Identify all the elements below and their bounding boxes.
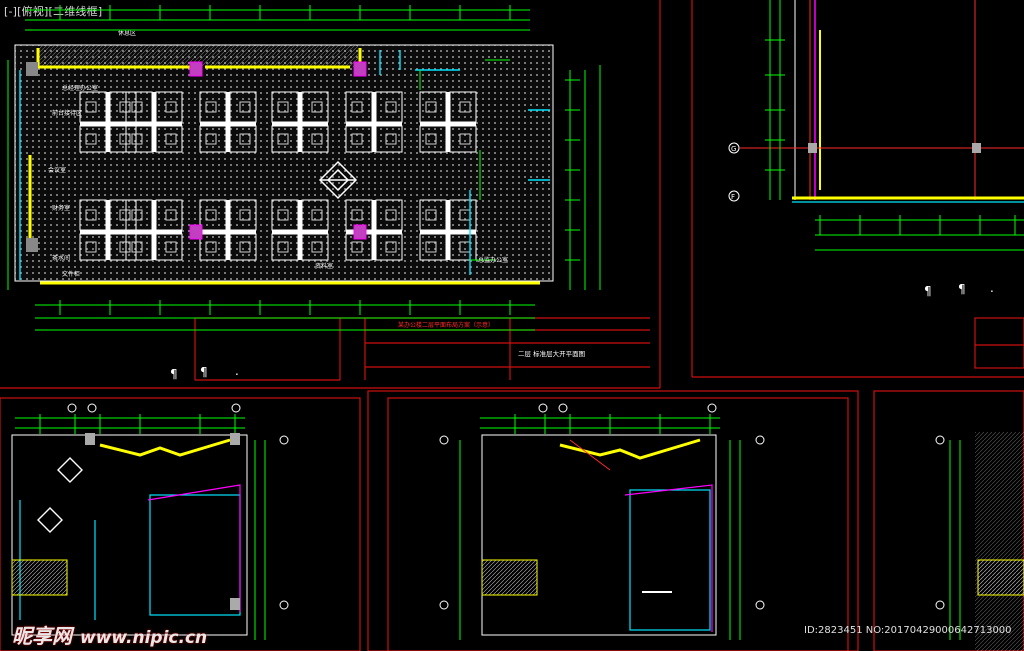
room-label: 前台接待区 xyxy=(52,109,82,117)
detail-plan-right xyxy=(935,432,1024,651)
detail-plan-middle xyxy=(439,403,765,640)
grid-bubble: F xyxy=(731,193,735,201)
section-view-top-right: G F xyxy=(728,0,1024,251)
room-label: 茶水间 xyxy=(52,254,70,262)
watermark-id: ID:2823451 NO:20170429000642713000 xyxy=(804,625,1012,636)
room-label: 总经理办公室 xyxy=(62,84,98,92)
svg-text:¶: ¶ xyxy=(958,282,966,296)
svg-text:.: . xyxy=(235,364,239,378)
room-label: 会议室 xyxy=(48,166,66,174)
detail-plan-left xyxy=(11,403,289,640)
room-label: 资料室 xyxy=(315,262,333,270)
grid-bubble: G xyxy=(731,145,736,153)
header-note: 某办公楼二层平面布局方案（示意） xyxy=(398,321,494,329)
svg-text:¶: ¶ xyxy=(200,365,208,379)
watermark-logo: 昵享网 www.nipic.cn xyxy=(12,624,208,648)
svg-text:¶: ¶ xyxy=(170,367,178,381)
cad-canvas[interactable]: 总经理办公室 前台接待区 会议室 财务室 茶水间 文件柜 资料室 总监办公室 休… xyxy=(0,0,1024,651)
svg-text:.: . xyxy=(990,281,994,295)
svg-text:¶: ¶ xyxy=(924,284,932,298)
plan-title: 二层 标准层大开平面图 xyxy=(518,349,585,358)
room-label: 总监办公室 xyxy=(478,256,508,264)
room-label: 财务室 xyxy=(52,204,70,212)
room-label: 文件柜 xyxy=(62,270,80,278)
main-floor-plan xyxy=(14,44,554,285)
